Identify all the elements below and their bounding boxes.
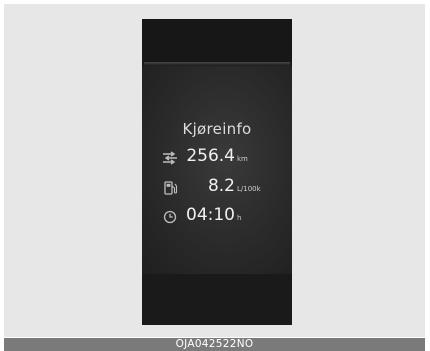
screen-title: Kjøreinfo (182, 120, 252, 138)
driving-time-value: 04:10 (186, 205, 235, 225)
fuel-pump-icon (162, 180, 178, 195)
caption-bar: OJA042522NO (4, 338, 425, 351)
clock-icon (162, 209, 178, 224)
driving-time-row: 04:10 h 3 (142, 205, 292, 227)
instrument-cluster-display: Kjøreinfo 256.4 km 1 8.2 L/100k 2 (142, 19, 292, 325)
display-header-area (142, 19, 292, 62)
fuel-economy-value: 8.2 (207, 176, 235, 196)
trip-distance-unit: km (237, 155, 248, 163)
distance-icon (162, 150, 178, 165)
figure-code: OJA042522NO (175, 338, 254, 350)
display-footer-area (142, 274, 292, 325)
trip-distance-value: 256.4 (186, 146, 235, 166)
fuel-economy-unit: L/100k (237, 185, 261, 193)
driving-time-unit: h (237, 214, 242, 222)
fuel-economy-row: 8.2 L/100k 2 (142, 176, 292, 198)
trip-info-panel (142, 66, 292, 274)
trip-distance-row: 256.4 km 1 (142, 146, 292, 168)
